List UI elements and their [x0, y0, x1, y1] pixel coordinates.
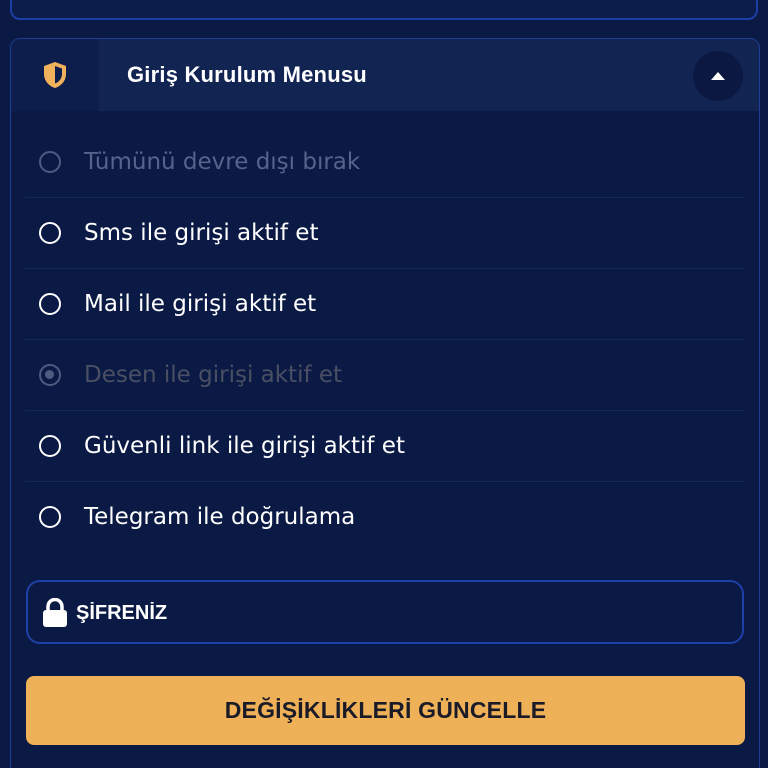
- option-label: Sms ile girişi aktif et: [84, 220, 319, 246]
- option-mail-login[interactable]: Mail ile girişi aktif et: [25, 269, 745, 340]
- password-field[interactable]: [26, 580, 744, 644]
- option-label: Güvenli link ile girişi aktif et: [84, 433, 405, 459]
- option-label: Desen ile girişi aktif et: [84, 362, 343, 388]
- login-setup-card: Giriş Kurulum Menusu Tümünü devre dışı b…: [10, 38, 760, 768]
- card-header[interactable]: Giriş Kurulum Menusu: [11, 39, 759, 111]
- collapse-button[interactable]: [693, 51, 743, 101]
- lock-icon: [43, 598, 67, 627]
- radio-button[interactable]: [39, 222, 61, 244]
- login-options-list: Tümünü devre dışı bırak Sms ile girişi a…: [25, 127, 745, 552]
- caret-up-icon: [711, 72, 725, 80]
- option-label: Tümünü devre dışı bırak: [84, 149, 361, 175]
- radio-button[interactable]: [39, 151, 61, 173]
- option-sms-login[interactable]: Sms ile girişi aktif et: [25, 198, 745, 269]
- option-label: Mail ile girişi aktif et: [84, 291, 317, 317]
- radio-button[interactable]: [39, 364, 61, 386]
- page: Giriş Kurulum Menusu Tümünü devre dışı b…: [0, 0, 768, 768]
- option-pattern-login[interactable]: Desen ile girişi aktif et: [25, 340, 745, 411]
- option-secure-link-login[interactable]: Güvenli link ile girişi aktif et: [25, 411, 745, 482]
- card-title: Giriş Kurulum Menusu: [127, 62, 367, 87]
- radio-button[interactable]: [39, 293, 61, 315]
- option-telegram-verification[interactable]: Telegram ile doğrulama: [25, 482, 745, 552]
- radio-button[interactable]: [39, 435, 61, 457]
- password-input[interactable]: [74, 582, 718, 644]
- previous-card: [10, 0, 758, 20]
- update-changes-button[interactable]: DEĞİŞİKLİKLERİ GÜNCELLE: [26, 676, 745, 745]
- radio-button[interactable]: [39, 506, 61, 528]
- option-disable-all[interactable]: Tümünü devre dışı bırak: [25, 127, 745, 198]
- shield-icon: [44, 62, 66, 88]
- header-icon-box: [11, 39, 99, 111]
- option-label: Telegram ile doğrulama: [84, 504, 356, 530]
